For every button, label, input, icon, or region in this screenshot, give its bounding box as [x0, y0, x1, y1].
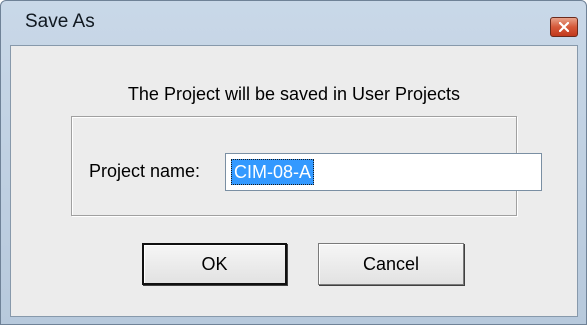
- save-as-dialog: Save As The Project will be saved in Use…: [0, 0, 587, 325]
- dialog-body: The Project will be saved in User Projec…: [10, 45, 578, 317]
- project-name-input[interactable]: CIM-08-A: [225, 153, 542, 191]
- close-button[interactable]: [550, 17, 578, 37]
- close-icon: [559, 22, 569, 32]
- title-bar[interactable]: Save As: [1, 1, 586, 45]
- ok-button-label: OK: [201, 253, 228, 274]
- save-location-message: The Project will be saved in User Projec…: [127, 84, 461, 104]
- cancel-button[interactable]: Cancel: [318, 243, 464, 285]
- project-name-label-text: Project name:: [89, 161, 201, 181]
- project-name-value: CIM-08-A: [231, 159, 315, 185]
- cancel-button-label: Cancel: [362, 253, 420, 274]
- project-name-label: Project name:: [89, 161, 200, 182]
- dialog-title: Save As: [25, 11, 95, 32]
- ok-button[interactable]: OK: [142, 243, 287, 285]
